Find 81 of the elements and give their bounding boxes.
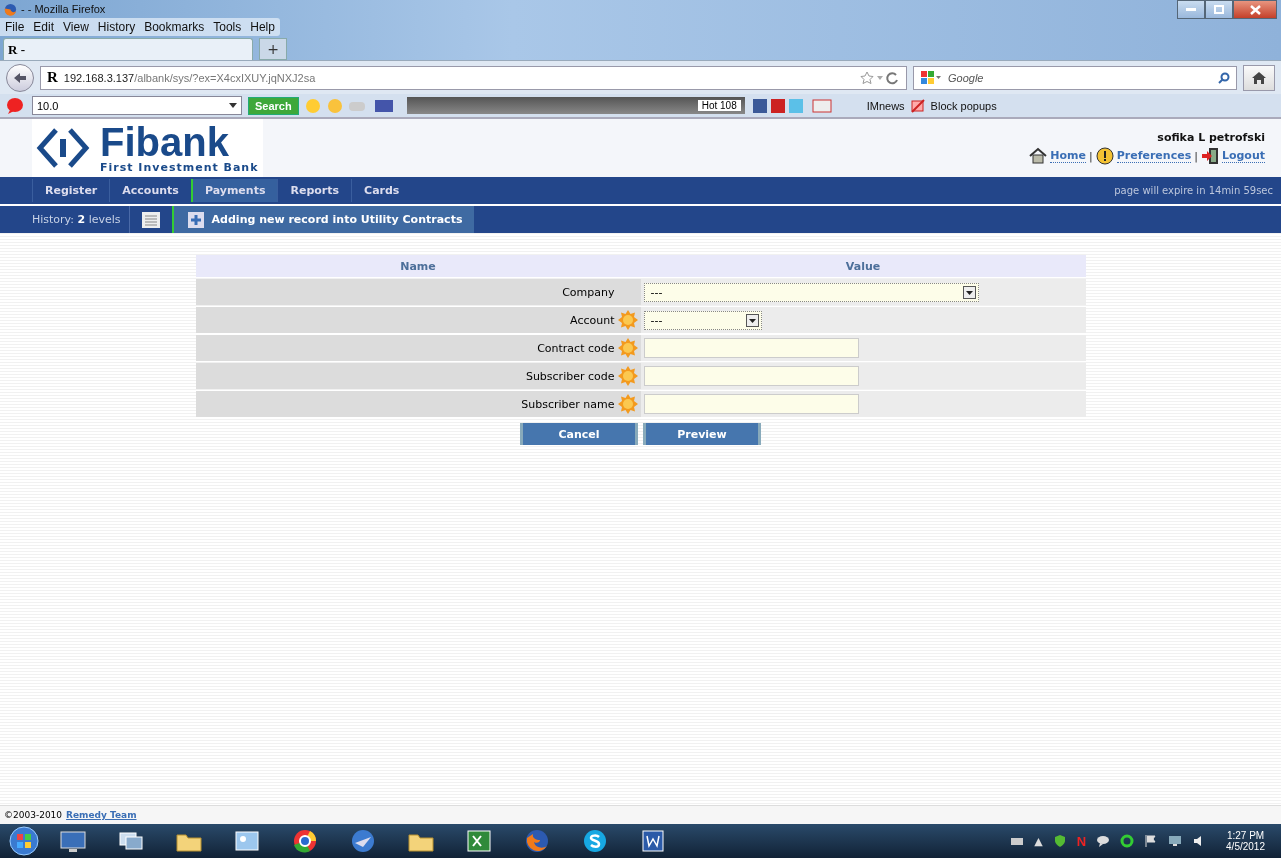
menu-item[interactable]: Tools [213,20,242,34]
maximize-icon [1214,5,1224,14]
column-header: Value [640,255,1086,277]
list-icon[interactable] [141,211,160,228]
nav-tab[interactable]: Payments [190,179,278,202]
show-hidden-icons[interactable]: ▲ [1034,834,1043,848]
chat-bubble-icon[interactable] [1096,834,1111,848]
ring-icon[interactable] [1120,834,1135,848]
expiry-notice: page will expire in 14min 59sec [1114,185,1274,196]
clock-date[interactable]: 4/5/2012 [1226,841,1265,852]
plus-icon [187,211,204,228]
form-button[interactable]: Cancel [520,423,638,445]
link-separator: | [1194,149,1198,163]
user-name: sofika L petrofski [1157,131,1265,144]
menu-item[interactable]: Help [250,20,275,34]
field-label: Account [570,313,615,327]
header-link[interactable]: Logout [1221,149,1265,163]
nav-tab[interactable]: Accounts [109,179,191,202]
minimize-icon [1186,7,1196,12]
clock-time[interactable]: 1:27 PM [1226,830,1265,841]
warning-icon [1095,147,1114,165]
house-icon [1252,71,1266,84]
shield-icon[interactable] [1052,834,1067,848]
network-icon[interactable] [1168,834,1183,848]
window-title: - - Mozilla Firefox [21,3,106,15]
four-squares-icon[interactable] [920,69,942,86]
toolbar-link[interactable]: IMnews [866,99,905,112]
text-field[interactable] [643,366,859,386]
search-field[interactable]: Google [913,65,1237,90]
search-icon[interactable] [1218,71,1230,84]
header-link[interactable]: Home [1050,149,1086,163]
nav-tab[interactable]: Cards [351,179,412,202]
start-button[interactable] [6,826,42,856]
breadcrumb-title: Adding new record into Utility Contracts [211,213,463,226]
menu-item[interactable]: Edit [33,20,55,34]
field-label: Subscriber name [521,397,615,411]
caret-icon [745,313,759,327]
new-tab-button[interactable]: + [259,38,287,60]
caret-icon [962,285,976,299]
logo-wordmark: Fibank [100,122,229,161]
menu-item[interactable]: File [5,20,25,34]
form-button[interactable]: Preview [643,423,761,445]
blocked-popup-icon [910,98,925,113]
menu-item[interactable]: History [97,20,136,34]
dropdown-field[interactable]: --- [643,310,762,330]
history-label: History: 2 levels [0,206,130,233]
link-separator: | [1089,149,1093,163]
field-label: Company [562,285,615,299]
flag-icon[interactable] [1144,834,1159,848]
back-arrow-icon [13,71,27,84]
field-label: Subscriber code [525,369,615,383]
header-link[interactable]: Preferences [1116,149,1192,163]
bookmark-reload-icon [860,70,900,85]
fox-globe-icon [4,2,17,16]
home-button[interactable] [1243,64,1275,91]
dropdown-field[interactable]: --- [643,282,979,302]
field-label: Contract code [537,341,615,355]
close-button[interactable] [1233,0,1277,19]
text-field[interactable] [643,394,859,414]
combo-field[interactable]: 10.0 [32,96,242,115]
back-button[interactable] [6,63,34,92]
maximize-button[interactable] [1205,0,1233,19]
address-bar[interactable]: R 192.168.3.137/albank/sys/?ex=X4cxIXUY.jqNXJ2sa [40,65,907,90]
close-icon [1249,4,1261,15]
player-bar[interactable]: Hot 108 [406,97,745,114]
house-icon [1029,147,1048,165]
nav-tab[interactable]: Register [32,179,110,202]
column-header: Name [195,255,641,277]
nav-tab[interactable]: Reports [277,179,352,202]
logo-subtitle: First Investment Bank [100,160,259,174]
caret-icon [229,103,237,108]
exit-door-icon [1200,147,1219,165]
footer-link[interactable]: Remedy Team [66,810,137,820]
minimize-button[interactable] [1177,0,1205,19]
copyright-text: ©2003-2010 [4,810,63,820]
menu-item[interactable]: View [63,20,89,34]
toolbar-link[interactable]: Block popups [930,99,997,112]
menu-item[interactable]: Bookmarks [144,20,205,34]
text-field[interactable] [643,338,859,358]
speech-bubble-icon[interactable] [6,96,26,115]
browser-tab[interactable]: R - [3,38,253,60]
